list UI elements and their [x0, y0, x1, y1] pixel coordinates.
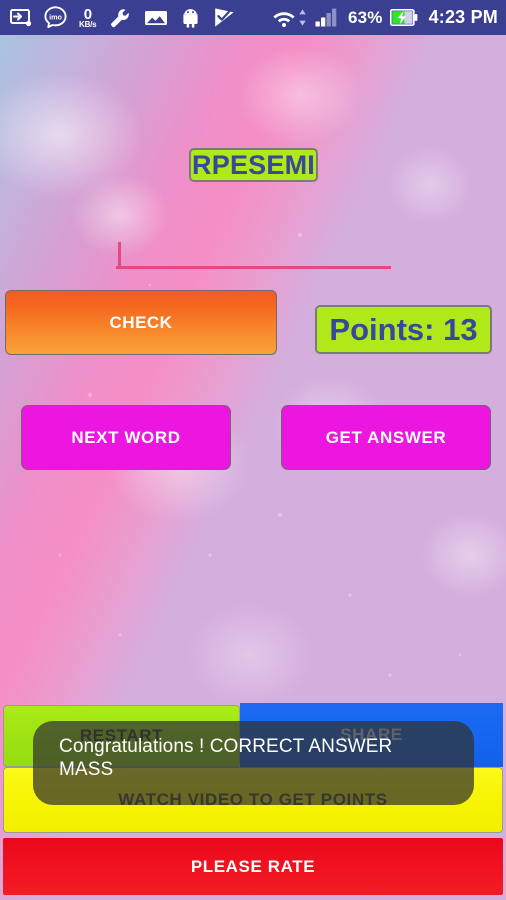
android-robot-icon: [181, 8, 200, 28]
data-transfer-arrows-icon: [298, 8, 307, 27]
please-rate-button[interactable]: PLEASE RATE: [3, 838, 503, 895]
cellular-signal-icon: [315, 8, 339, 27]
checkmark-flag-icon: [213, 7, 235, 28]
toast-line-2: MASS: [59, 759, 114, 781]
toast-line-1: Congratulations ! CORRECT ANSWER: [59, 736, 393, 757]
scrambled-word-display: RPESEMI: [189, 148, 318, 182]
imo-app-icon: imo: [44, 6, 67, 29]
svg-text:imo: imo: [49, 12, 62, 21]
check-button[interactable]: CHECK: [5, 290, 277, 355]
wrench-settings-icon: [109, 7, 131, 29]
toast-message: Congratulations ! CORRECT ANSWER MASS: [33, 721, 474, 805]
wifi-icon: [271, 8, 297, 28]
get-answer-button[interactable]: GET ANSWER: [281, 405, 491, 470]
text-cursor: [118, 242, 121, 267]
gallery-image-icon: [144, 9, 168, 27]
next-word-button[interactable]: NEXT WORD: [21, 405, 231, 470]
points-display: Points: 13: [315, 305, 492, 354]
status-bar: imo 0 KB/s 63% 4:23 PM: [0, 0, 506, 35]
screen-cast-icon: [10, 8, 32, 27]
app-screen: imo 0 KB/s 63% 4:23 PM RPESEMI CHECK Poi…: [0, 0, 506, 900]
battery-charging-icon: [389, 9, 418, 26]
data-rate-unit: KB/s: [79, 19, 97, 29]
data-rate-icon: 0 KB/s: [79, 7, 97, 29]
answer-input-wrapper[interactable]: [116, 240, 391, 273]
battery-percent-label: 63%: [347, 7, 383, 27]
answer-input[interactable]: [116, 240, 391, 269]
clock-label: 4:23 PM: [428, 7, 498, 27]
